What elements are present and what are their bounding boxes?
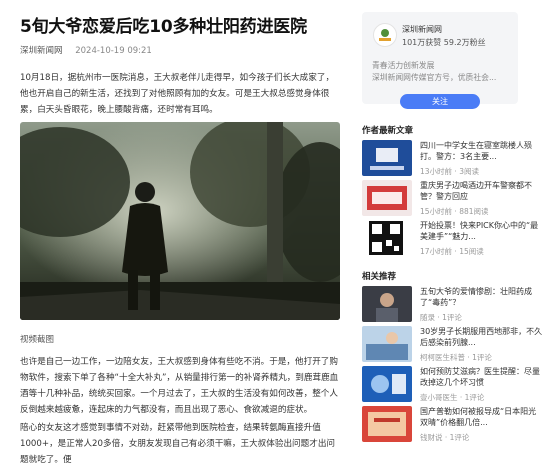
article-video-screenshot [20, 122, 340, 320]
author-avatar[interactable] [373, 23, 397, 47]
article-title: 5旬大爷恋爱后吃10多种壮阳药进医院 [20, 17, 307, 37]
list-item[interactable]: 重庆男子边喝酒边开车警察都不管？警方回应 15小时前 · 881阅读 [362, 180, 542, 220]
list-item-meta: 壹小哥医生 · 1评论 [420, 393, 485, 402]
list-item[interactable]: 国产普勒如何被报导成“日本阳光双晴”价格翻几倍... 钱财说 · 1评论 [362, 406, 542, 446]
list-item-title[interactable]: 重庆男子边喝酒边开车警察都不管？警方回应 [420, 180, 544, 202]
author-stats: 101万获赞 59.2万粉丝 [402, 38, 486, 47]
list-item-meta: 钱财说 · 1评论 [420, 433, 470, 442]
author-name[interactable]: 深圳新闻网 [402, 24, 442, 35]
author-desc-line-1: 青春活力创新发展 [372, 61, 435, 70]
article-thumbnail[interactable] [362, 286, 412, 322]
list-item[interactable]: 开始投票！快来PICK你心中的“最美建手”“魅力... 17小时前 · 15阅读 [362, 220, 542, 260]
list-item-title[interactable]: 如何预防艾滋病？医生提醒：尽量改掉这几个坏习惯 [420, 366, 544, 388]
article-meta: 深圳新闻网 2024-10-19 09:21 [20, 44, 152, 56]
list-item-title[interactable]: 四川一中学女生在寝室跳楼人殒打。警方：3名主要... [420, 140, 544, 162]
list-item-title[interactable]: 开始投票！快来PICK你心中的“最美建手”“魅力... [420, 220, 544, 242]
list-item[interactable]: 五旬大爷的爱情惨剧：壮阳药成了“毒药”？ 随录 · 1评论 [362, 286, 542, 326]
article-source[interactable]: 深圳新闻网 [20, 46, 63, 56]
list-item-meta: 15小时前 · 881阅读 [420, 207, 489, 216]
article-thumbnail[interactable] [362, 326, 412, 362]
author-latest-heading: 作者最新文章 [362, 126, 414, 136]
article-date: 2024-10-19 09:21 [75, 46, 152, 56]
list-item-title[interactable]: 国产普勒如何被报导成“日本阳光双晴”价格翻几倍... [420, 406, 544, 428]
list-item[interactable]: 如何预防艾滋病？医生提醒：尽量改掉这几个坏习惯 壹小哥医生 · 1评论 [362, 366, 542, 406]
article-thumbnail[interactable] [362, 366, 412, 402]
author-desc-line-2: 深圳新闻网传媒官方号，优质社会... [372, 73, 497, 82]
list-item-meta: 随录 · 1评论 [420, 313, 462, 322]
list-item-meta: 13小时前 · 3阅读 [420, 167, 479, 176]
list-item[interactable]: 30岁男子长期服用西地那非，不久后感染前列腺... 柯柯医生科普 · 1评论 [362, 326, 542, 366]
related-heading: 相关推荐 [362, 272, 397, 282]
article-paragraph-3: 陪心的女友这才感觉到事情不对劲，赶紧带他到医院检查，结果转氨酶直接升值1000+… [20, 423, 336, 465]
article-thumbnail[interactable] [362, 406, 412, 442]
article-paragraph-1: 10月18日，据杭州市一医院消息，王大叔老伴儿走得早，如今孩子们长大成家了，他也… [20, 73, 335, 115]
image-caption: 视频截图 [20, 335, 55, 345]
list-item-meta: 17小时前 · 15阅读 [420, 247, 484, 256]
article-thumbnail[interactable] [362, 220, 412, 256]
author-description: 青春活力创新发展 深圳新闻网传媒官方号，优质社会... [372, 60, 512, 84]
article-thumbnail[interactable] [362, 140, 412, 176]
list-item[interactable]: 四川一中学女生在寝室跳楼人殒打。警方：3名主要... 13小时前 · 3阅读 [362, 140, 542, 180]
list-item-title[interactable]: 30岁男子长期服用西地那非，不久后感染前列腺... [420, 326, 544, 348]
list-item-meta: 柯柯医生科普 · 1评论 [420, 353, 492, 362]
list-item-title[interactable]: 五旬大爷的爱情惨剧：壮阳药成了“毒药”？ [420, 286, 544, 308]
author-card: 深圳新闻网 101万获赞 59.2万粉丝 青春活力创新发展 深圳新闻网传媒官方号… [362, 12, 518, 109]
article-paragraph-2: 也许是自己一边工作，一边陪女友，王大叔感到身体有些吃不消。于是，他打开了购物软件… [20, 357, 339, 415]
article-thumbnail[interactable] [362, 180, 412, 216]
follow-button[interactable]: 关注 [400, 94, 480, 109]
